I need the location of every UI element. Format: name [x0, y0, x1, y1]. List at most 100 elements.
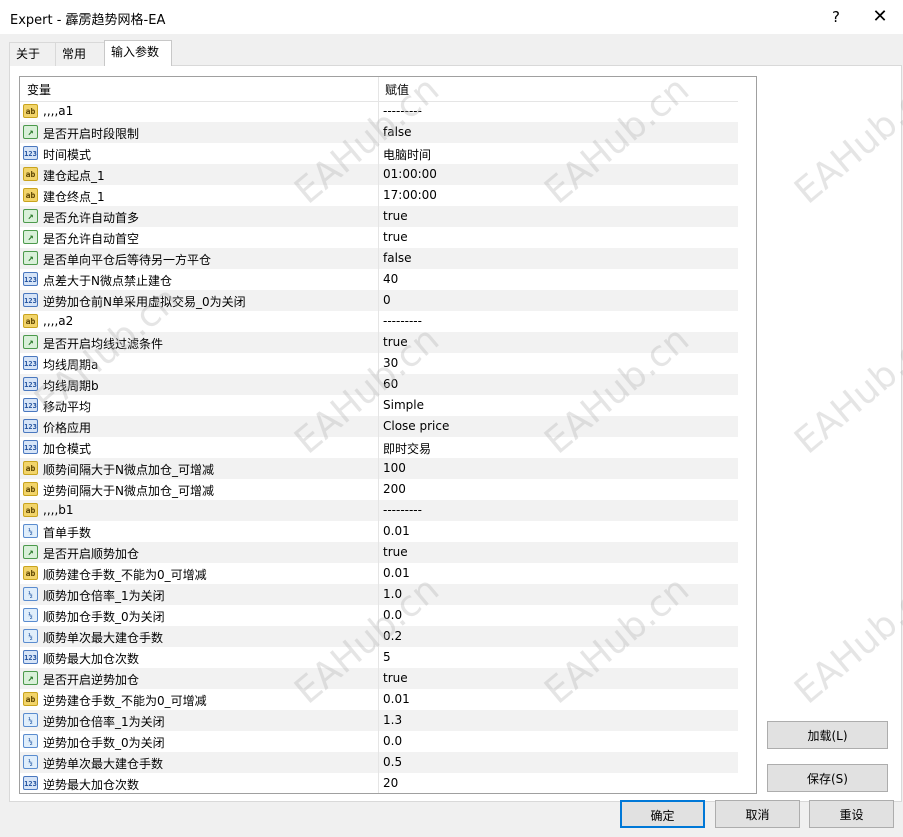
- table-row[interactable]: ab 顺势间隔大于N微点加仓_可增减 100: [20, 458, 738, 479]
- table-row[interactable]: ↗ 是否开启时段限制 false: [20, 122, 738, 143]
- table-row[interactable]: 123 点差大于N微点禁止建仓 40: [20, 269, 738, 290]
- bool-type-icon: ↗: [23, 671, 38, 685]
- table-row[interactable]: ab 顺势建仓手数_不能为0_可增减 0.01: [20, 563, 738, 584]
- help-button[interactable]: ?: [824, 6, 848, 28]
- table-row[interactable]: ab ,,,,b1 ---------: [20, 500, 738, 521]
- param-value[interactable]: 0.2: [383, 629, 402, 643]
- load-button[interactable]: 加载(L): [767, 721, 888, 749]
- table-row[interactable]: ab 建仓起点_1 01:00:00: [20, 164, 738, 185]
- table-row[interactable]: ↗ 是否允许自动首空 true: [20, 227, 738, 248]
- param-value[interactable]: 0: [383, 293, 391, 307]
- param-name: 逆势建仓手数_不能为0_可增减: [43, 694, 207, 708]
- cell-divider: [378, 227, 379, 248]
- tab-inputs[interactable]: 输入参数: [104, 40, 172, 66]
- cancel-button[interactable]: 取消: [715, 800, 800, 828]
- table-row[interactable]: 123 均线周期b 60: [20, 374, 738, 395]
- param-value[interactable]: true: [383, 209, 408, 223]
- table-row[interactable]: 123 逆势最大加仓次数 20: [20, 773, 738, 793]
- param-name: 点差大于N微点禁止建仓: [43, 274, 172, 288]
- param-value[interactable]: 100: [383, 461, 406, 475]
- param-value[interactable]: 1.0: [383, 587, 402, 601]
- param-name: 逆势加仓前N单采用虚拟交易_0为关闭: [43, 295, 246, 309]
- table-row[interactable]: ½ 逆势加仓手数_0为关闭 0.0: [20, 731, 738, 752]
- table-row[interactable]: ½ 首单手数 0.01: [20, 521, 738, 542]
- cell-divider: [378, 143, 379, 164]
- param-value[interactable]: 即时交易: [383, 440, 431, 457]
- param-value[interactable]: 20: [383, 776, 398, 790]
- param-value[interactable]: 0.0: [383, 608, 402, 622]
- param-value[interactable]: true: [383, 230, 408, 244]
- int-type-icon: 123: [23, 293, 38, 307]
- param-value[interactable]: 01:00:00: [383, 167, 437, 181]
- param-name: 逆势加仓手数_0为关闭: [43, 736, 165, 750]
- tab-about[interactable]: 关于: [9, 42, 57, 66]
- save-button[interactable]: 保存(S): [767, 764, 888, 792]
- table-row[interactable]: ab 建仓终点_1 17:00:00: [20, 185, 738, 206]
- table-row[interactable]: ½ 顺势单次最大建仓手数 0.2: [20, 626, 738, 647]
- param-value[interactable]: 0.01: [383, 566, 410, 580]
- ab-type-icon: ab: [23, 566, 38, 580]
- param-value[interactable]: 40: [383, 272, 398, 286]
- param-name: 逆势间隔大于N微点加仓_可增减: [43, 484, 214, 498]
- param-value[interactable]: 0.5: [383, 755, 402, 769]
- param-value[interactable]: 电脑时间: [383, 146, 431, 163]
- column-divider[interactable]: [378, 77, 379, 101]
- table-row[interactable]: ½ 逆势加仓倍率_1为关闭 1.3: [20, 710, 738, 731]
- table-row[interactable]: ↗ 是否开启顺势加仓 true: [20, 542, 738, 563]
- param-value[interactable]: 1.3: [383, 713, 402, 727]
- param-value[interactable]: 0.0: [383, 734, 402, 748]
- param-value[interactable]: ---------: [383, 503, 422, 517]
- param-value[interactable]: false: [383, 251, 412, 265]
- table-row[interactable]: 123 逆势加仓前N单采用虚拟交易_0为关闭 0: [20, 290, 738, 311]
- close-button[interactable]: ✕: [868, 6, 892, 28]
- param-value[interactable]: 0.01: [383, 692, 410, 706]
- cell-divider: [378, 647, 379, 668]
- table-row[interactable]: ½ 逆势单次最大建仓手数 0.5: [20, 752, 738, 773]
- ab-type-icon: ab: [23, 314, 38, 328]
- param-value[interactable]: 17:00:00: [383, 188, 437, 202]
- table-row[interactable]: 123 价格应用 Close price: [20, 416, 738, 437]
- param-value[interactable]: false: [383, 125, 412, 139]
- table-row[interactable]: ½ 顺势加仓手数_0为关闭 0.0: [20, 605, 738, 626]
- table-row[interactable]: ab ,,,,a2 ---------: [20, 311, 738, 332]
- cell-divider: [378, 752, 379, 773]
- param-value[interactable]: 60: [383, 377, 398, 391]
- column-value[interactable]: 赋值: [385, 81, 409, 98]
- cell-divider: [378, 605, 379, 626]
- param-value[interactable]: Close price: [383, 419, 449, 433]
- table-row[interactable]: ab 逆势建仓手数_不能为0_可增减 0.01: [20, 689, 738, 710]
- param-value[interactable]: true: [383, 671, 408, 685]
- param-value[interactable]: true: [383, 545, 408, 559]
- param-value[interactable]: 30: [383, 356, 398, 370]
- reset-button[interactable]: 重设: [809, 800, 894, 828]
- table-row[interactable]: ½ 顺势加仓倍率_1为关闭 1.0: [20, 584, 738, 605]
- param-name: 首单手数: [43, 526, 92, 540]
- int-type-icon: 123: [23, 776, 38, 790]
- int-type-icon: 123: [23, 146, 38, 160]
- table-row[interactable]: 123 时间模式 电脑时间: [20, 143, 738, 164]
- ok-button[interactable]: 确定: [620, 800, 705, 828]
- param-value[interactable]: true: [383, 335, 408, 349]
- param-value[interactable]: ---------: [383, 104, 422, 118]
- param-value[interactable]: ---------: [383, 314, 422, 328]
- param-value[interactable]: 200: [383, 482, 406, 496]
- column-variable[interactable]: 变量: [27, 81, 51, 98]
- param-value[interactable]: 5: [383, 650, 391, 664]
- cell-divider: [378, 626, 379, 647]
- tab-common[interactable]: 常用: [55, 42, 109, 66]
- table-row[interactable]: ↗ 是否允许自动首多 true: [20, 206, 738, 227]
- table-row[interactable]: ↗ 是否开启均线过滤条件 true: [20, 332, 738, 353]
- cell-divider: [378, 332, 379, 353]
- table-row[interactable]: 123 加仓模式 即时交易: [20, 437, 738, 458]
- cell-divider: [378, 563, 379, 584]
- param-value[interactable]: 0.01: [383, 524, 410, 538]
- table-row[interactable]: ↗ 是否单向平仓后等待另一方平仓 false: [20, 248, 738, 269]
- table-row[interactable]: ↗ 是否开启逆势加仓 true: [20, 668, 738, 689]
- param-value[interactable]: Simple: [383, 398, 424, 412]
- table-row[interactable]: ab ,,,,a1 ---------: [20, 101, 738, 122]
- table-row[interactable]: 123 顺势最大加仓次数 5: [20, 647, 738, 668]
- table-row[interactable]: ab 逆势间隔大于N微点加仓_可增减 200: [20, 479, 738, 500]
- param-name: 顺势加仓倍率_1为关闭: [43, 589, 165, 603]
- table-row[interactable]: 123 移动平均 Simple: [20, 395, 738, 416]
- table-row[interactable]: 123 均线周期a 30: [20, 353, 738, 374]
